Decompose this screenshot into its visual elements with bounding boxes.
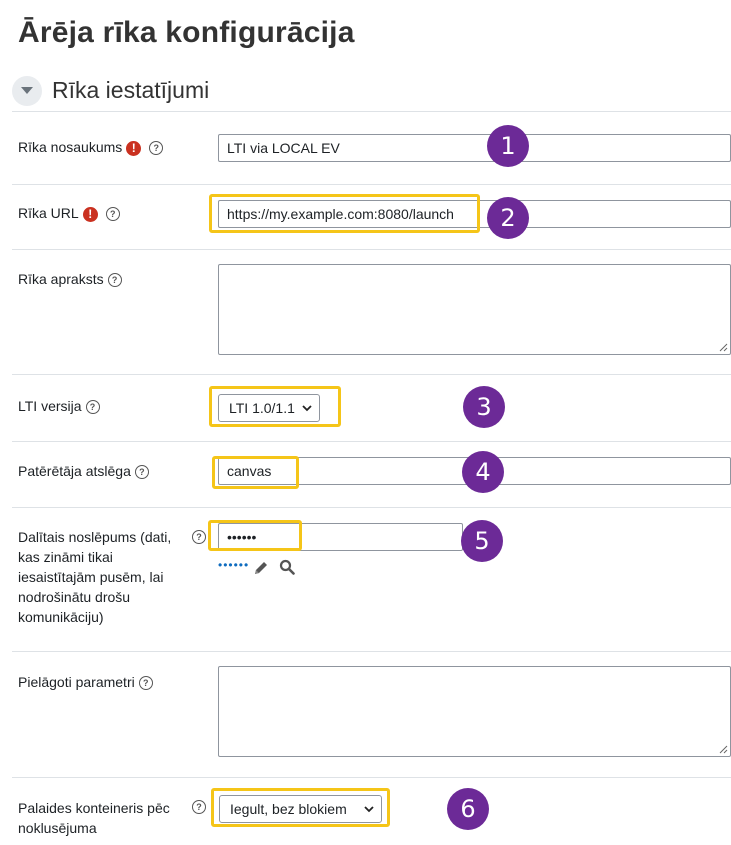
- resize-handle-icon[interactable]: [719, 343, 728, 352]
- highlight-frame: [209, 194, 480, 233]
- shared-secret-label: Dalītais noslēpums (dati, kas zināmi tik…: [18, 529, 172, 625]
- callout-5: 5: [461, 520, 503, 562]
- question-circle-icon[interactable]: ?: [149, 141, 164, 156]
- divider: [12, 441, 731, 442]
- divider: [12, 111, 731, 112]
- exclamation-icon: !: [82, 206, 98, 222]
- launch-container-label: Palaides konteineris pēc noklusējuma: [18, 800, 170, 836]
- highlight-frame: [212, 456, 299, 489]
- masked-secret-display: ••••••: [218, 558, 250, 572]
- tool-description-label: Rīka apraksts?: [18, 269, 122, 289]
- highlight-frame: [211, 788, 390, 827]
- lti-version-label: LTI versija?: [18, 396, 100, 416]
- tool-url-label: Rīka URL!?: [18, 203, 120, 223]
- section-title: Rīka iestatījumi: [52, 77, 210, 103]
- divider: [12, 507, 731, 508]
- highlight-frame: [209, 386, 341, 427]
- divider: [12, 374, 731, 375]
- question-circle-icon[interactable]: ?: [107, 273, 122, 288]
- divider: [12, 249, 731, 250]
- divider: [12, 777, 731, 778]
- question-circle-icon[interactable]: ?: [192, 530, 206, 544]
- tool-name-label: Rīka nosaukums!?: [18, 137, 164, 157]
- question-circle-icon[interactable]: ?: [138, 676, 153, 691]
- callout-3: 3: [463, 386, 505, 428]
- highlight-frame: [208, 520, 302, 551]
- page-title: Ārēja rīka konfigurācija: [18, 16, 355, 49]
- consumer-key-label: Patērētāja atslēga?: [18, 461, 149, 481]
- custom-params-label: Pielāgoti parametri?: [18, 672, 153, 692]
- divider: [12, 651, 731, 652]
- resize-handle-icon[interactable]: [719, 745, 728, 754]
- tool-name-input[interactable]: LTI via LOCAL EV: [218, 134, 731, 162]
- pencil-icon[interactable]: [253, 560, 269, 576]
- callout-4: 4: [462, 451, 504, 493]
- tool-description-textarea[interactable]: [218, 264, 731, 355]
- callout-6: 6: [447, 788, 489, 830]
- callout-1: 1: [487, 125, 529, 167]
- caret-down-icon[interactable]: [12, 76, 42, 106]
- exclamation-icon: !: [126, 140, 142, 156]
- callout-2: 2: [487, 197, 529, 239]
- divider: [12, 184, 731, 185]
- question-circle-icon[interactable]: ?: [134, 465, 149, 480]
- question-circle-icon[interactable]: ?: [85, 400, 100, 415]
- magnifier-icon[interactable]: [279, 559, 295, 575]
- custom-params-textarea[interactable]: [218, 666, 731, 757]
- question-circle-icon[interactable]: ?: [192, 800, 206, 814]
- question-circle-icon[interactable]: ?: [105, 207, 120, 222]
